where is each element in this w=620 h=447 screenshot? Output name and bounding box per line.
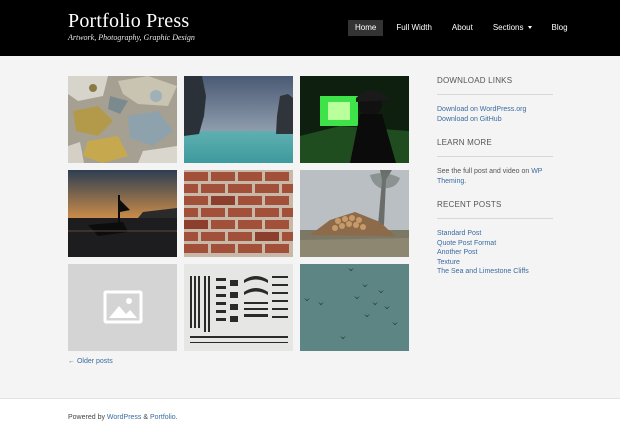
recent-post-link[interactable]: Standard Post (437, 229, 553, 239)
widget-download-links: DOWNLOAD LINKS Download on WordPress.org… (437, 76, 553, 124)
footer-suffix: . (175, 414, 178, 421)
footer-credits: Powered by WordPress & Portfolio. (68, 414, 178, 421)
recent-post-link[interactable]: Quote Post Format (437, 239, 553, 249)
portfolio-tile-birds-sky[interactable] (300, 264, 409, 351)
main-nav: Home Full Width About Sections Blog (348, 20, 581, 36)
learn-more-text-before: See the full post and video on (437, 168, 532, 175)
portfolio-tile-sea-cliffs[interactable] (184, 76, 293, 163)
widget-title-learn: LEARN MORE (437, 138, 492, 147)
site-header: Portfolio Press Artwork, Photography, Gr… (0, 0, 620, 56)
site-tagline: Artwork, Photography, Graphic Design (68, 33, 195, 42)
widget-recent-posts: RECENT POSTS Standard Post Quote Post Fo… (437, 200, 553, 277)
boat-sunset-image (68, 170, 177, 257)
footer-prefix: Powered by (68, 414, 107, 421)
recent-post-link[interactable]: Texture (437, 258, 553, 268)
chevron-down-icon (527, 26, 532, 30)
firewood-pile-image (300, 170, 409, 257)
portfolio-tile-green-light-silhouette[interactable] (300, 76, 409, 163)
design-elements-sheet-image (184, 264, 293, 351)
site-title[interactable]: Portfolio Press (68, 10, 189, 33)
widget-divider (437, 218, 553, 219)
link-download-wordpress[interactable]: Download on WordPress.org (437, 105, 553, 115)
footer-amp: & (141, 414, 150, 421)
learn-more-text-after: . (464, 177, 467, 185)
portfolio-tile-brick-wall[interactable] (184, 170, 293, 257)
older-posts-link[interactable]: ← Older posts (68, 358, 113, 365)
peeling-paint-image (68, 76, 177, 163)
nav-item-sections[interactable]: Sections (486, 20, 539, 36)
widget-title-download: DOWNLOAD LINKS (437, 76, 513, 85)
portfolio-tile-peeling-paint[interactable] (68, 76, 177, 163)
green-light-silhouette-image (300, 76, 409, 163)
nav-item-sections-label: Sections (492, 23, 524, 32)
footer-link-portfolio[interactable]: Portfolio (150, 414, 176, 421)
widget-divider (437, 156, 553, 157)
image-placeholder-icon (68, 264, 177, 351)
nav-item-full-width[interactable]: Full Width (389, 20, 439, 36)
recent-post-link[interactable]: The Sea and Limestone Cliffs (437, 267, 553, 277)
sea-cliffs-image (184, 76, 293, 163)
recent-post-link[interactable]: Another Post (437, 248, 553, 258)
portfolio-tile-placeholder[interactable] (68, 264, 177, 351)
sidebar: DOWNLOAD LINKS Download on WordPress.org… (437, 76, 553, 291)
learn-more-text: See the full post and video on WP Themin… (437, 167, 553, 186)
portfolio-tile-firewood-pile[interactable] (300, 170, 409, 257)
nav-item-blog[interactable]: Blog (545, 20, 575, 36)
portfolio-tile-design-elements-sheet[interactable] (184, 264, 293, 351)
widget-divider (437, 94, 553, 95)
brick-wall-image (184, 170, 293, 257)
footer-link-wordpress[interactable]: WordPress (107, 414, 142, 421)
site-footer: Powered by WordPress & Portfolio. (0, 398, 620, 447)
birds-sky-image (300, 264, 409, 351)
widget-title-recent: RECENT POSTS (437, 200, 502, 209)
nav-item-home[interactable]: Home (348, 20, 384, 36)
portfolio-grid (68, 76, 409, 351)
link-download-github[interactable]: Download on GitHub (437, 115, 553, 125)
portfolio-tile-boat-sunset[interactable] (68, 170, 177, 257)
nav-item-about[interactable]: About (445, 20, 480, 36)
widget-learn-more: LEARN MORE See the full post and video o… (437, 138, 553, 186)
